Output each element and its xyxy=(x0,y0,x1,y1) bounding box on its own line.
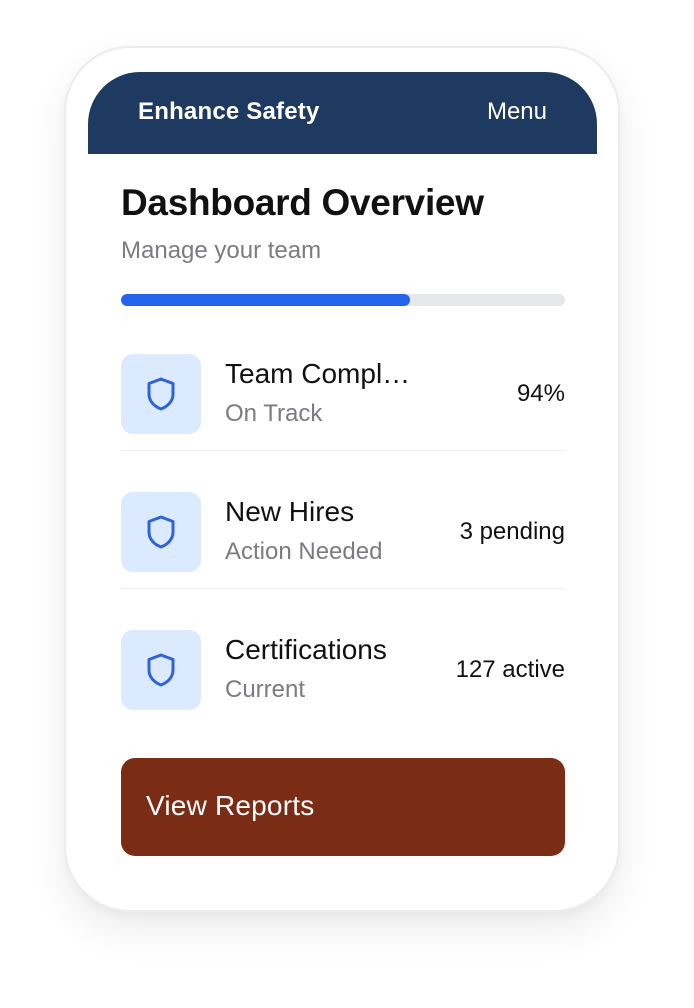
list-item-new-hires[interactable]: New Hires Action Needed 3 pending xyxy=(121,492,565,572)
list-item-status: Action Needed xyxy=(225,538,383,565)
page-title: Dashboard Overview xyxy=(121,182,484,223)
list-item-title: Certifications xyxy=(225,634,387,665)
list-item-value: 94% xyxy=(516,380,565,407)
shield-icon xyxy=(147,653,175,687)
list-item-status: On Track xyxy=(225,400,323,427)
divider xyxy=(121,588,565,589)
list-item-status: Current xyxy=(225,676,306,703)
progress-fill xyxy=(121,294,410,306)
list-item-team-compliance[interactable]: Team Compliance On Track 94% xyxy=(121,354,565,434)
list-item-title: Team Compliance xyxy=(225,358,415,389)
list-item-title: New Hires xyxy=(225,496,355,527)
shield-icon xyxy=(147,515,175,549)
icon-tile xyxy=(121,492,201,572)
divider xyxy=(121,450,565,451)
icon-tile xyxy=(121,354,201,434)
icon-tile xyxy=(121,630,201,710)
menu-button[interactable]: Menu xyxy=(487,98,547,126)
app-header: Enhance Safety Menu xyxy=(88,72,597,154)
app-title: Enhance Safety xyxy=(138,98,320,125)
shield-icon xyxy=(147,377,175,411)
progress-bar xyxy=(121,294,565,306)
view-reports-label: View Reports xyxy=(146,790,315,821)
list-item-value: 3 pending xyxy=(459,518,565,545)
page-subtitle: Manage your team xyxy=(121,237,322,264)
view-reports-button[interactable]: View Reports xyxy=(121,758,565,856)
list-item-certifications[interactable]: Certifications Current 127 active xyxy=(121,630,565,710)
list-item-value: 127 active xyxy=(455,656,565,683)
